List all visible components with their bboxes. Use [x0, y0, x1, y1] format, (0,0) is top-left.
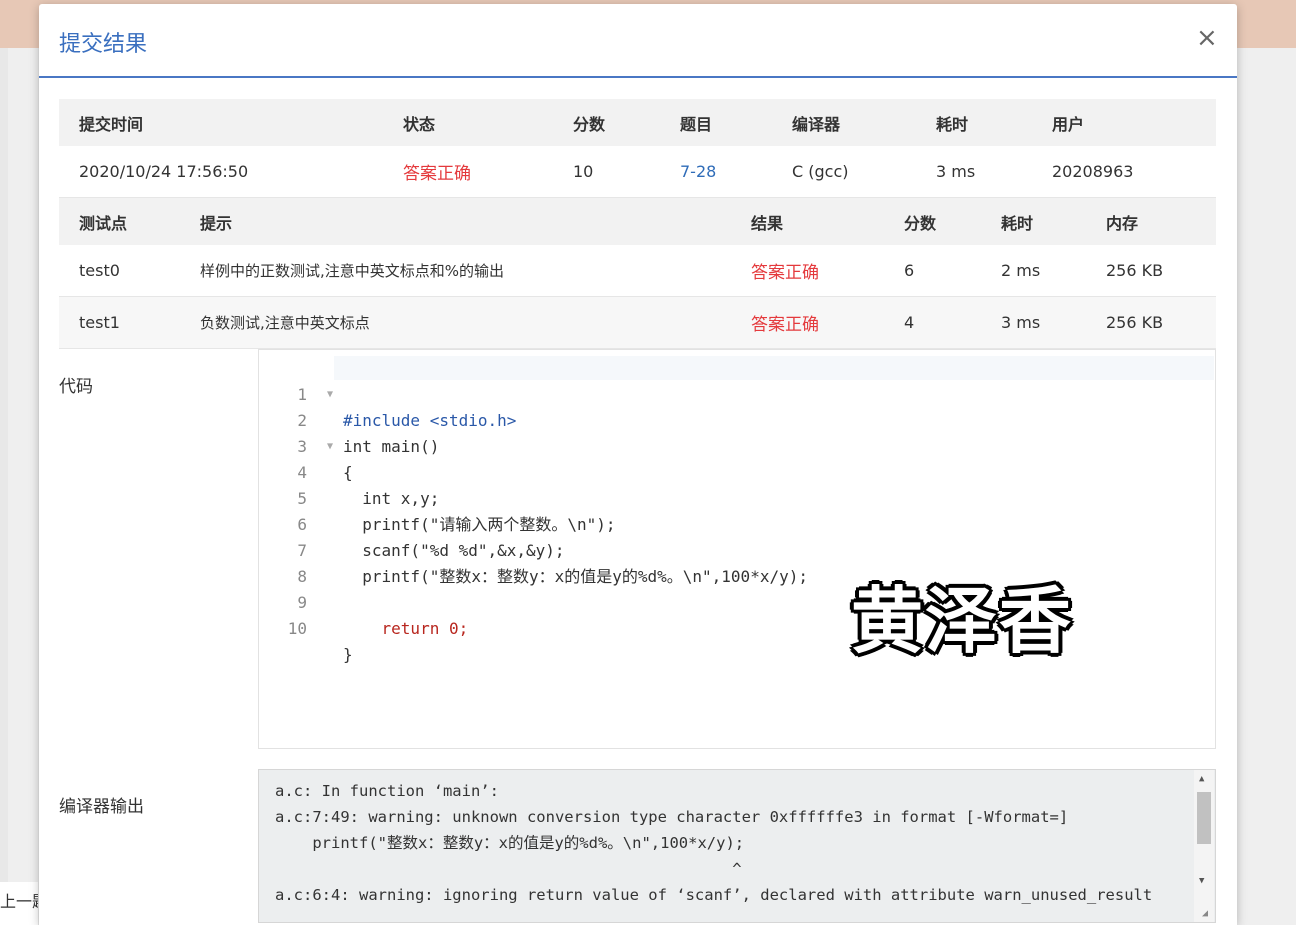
- code-text: return 0;: [343, 619, 469, 638]
- table-row: test0 样例中的正数测试,注意中英文标点和%的输出 答案正确 6 2 ms …: [59, 245, 1216, 297]
- modal-header: 提交结果 ×: [39, 4, 1237, 78]
- submit-time: 2020/10/24 17:56:50: [59, 146, 383, 198]
- testcase-table: 测试点 提示 结果 分数 耗时 内存 test0 样例中的正数测试,注意中英文标…: [59, 198, 1216, 349]
- code-line: 1 ▼ #include <stdio.h>: [259, 356, 1209, 430]
- col-memory: 内存: [1086, 198, 1216, 245]
- testcase-score: 4: [884, 296, 981, 349]
- submission-table: 提交时间 状态 分数 题目 编译器 耗时 用户 2020/10/24 17:56…: [59, 99, 1216, 198]
- output-line: a.c:6:4: warning: ignoring return value …: [275, 886, 1153, 904]
- code-line: 2 int main(): [259, 382, 1209, 456]
- prev-problem-button[interactable]: 上一题: [0, 882, 38, 925]
- code-label: 代码: [59, 377, 93, 397]
- testcase-memory: 256 KB: [1086, 296, 1216, 349]
- output-line: a.c: In function ‘main’:: [275, 782, 499, 800]
- testcase-memory: 256 KB: [1086, 245, 1216, 297]
- code-editor[interactable]: 1 ▼ #include <stdio.h> 2 int main() 3 ▼ { …: [258, 349, 1216, 749]
- close-icon[interactable]: ×: [1196, 24, 1218, 52]
- code-line: 3 ▼ {: [259, 408, 1209, 482]
- score: 10: [553, 146, 660, 198]
- table-row: test1 负数测试,注意中英文标点 答案正确 4 3 ms 256 KB: [59, 296, 1216, 349]
- output-line: a.c:7:49: warning: unknown conversion ty…: [275, 808, 1069, 826]
- compiler-output-label: 编译器输出: [59, 797, 144, 817]
- code-line: 5 printf("请输入两个整数。\n");: [259, 460, 1209, 534]
- testcase-hint: 样例中的正数测试,注意中英文标点和%的输出: [180, 245, 731, 297]
- col-time: 耗时: [916, 99, 1032, 146]
- testcase-result: 答案正确: [731, 296, 884, 349]
- problem-link[interactable]: 7-28: [660, 146, 772, 198]
- watermark-text: 黄泽香: [851, 579, 1074, 663]
- user: 20208963: [1032, 146, 1216, 198]
- submission-result-modal: 提交结果 × 提交时间 状态 分数 题目 编译器 耗时 用户 2020/10/2…: [39, 4, 1237, 925]
- submission-row: 2020/10/24 17:56:50 答案正确 10 7-28 C (gcc)…: [59, 146, 1216, 198]
- col-status: 状态: [383, 99, 553, 146]
- elapsed: 3 ms: [916, 146, 1032, 198]
- scroll-thumb[interactable]: [1197, 792, 1211, 844]
- testcase-header-row: 测试点 提示 结果 分数 耗时 内存: [59, 198, 1216, 245]
- code-line: 8: [259, 538, 1209, 586]
- col-compiler: 编译器: [772, 99, 916, 146]
- output-line: printf("整数x：整数y：x的值是y的%d%。\n",100*x/y);: [275, 834, 745, 852]
- modal-title: 提交结果: [59, 32, 148, 57]
- col-result: 结果: [731, 198, 884, 245]
- output-line: ^: [275, 860, 742, 878]
- testcase-name: test0: [59, 245, 180, 297]
- resize-handle-icon[interactable]: ◢: [1202, 908, 1208, 919]
- col-submit-time: 提交时间: [59, 99, 383, 146]
- code-line: 7 printf("整数x：整数y：x的值是y的%d%。\n",100*x/y)…: [259, 512, 1209, 586]
- scrollbar[interactable]: ▲ ▼: [1194, 770, 1214, 922]
- col-problem: 题目: [660, 99, 772, 146]
- scroll-down-icon[interactable]: ▼: [1199, 876, 1204, 886]
- col-score: 分数: [553, 99, 660, 146]
- code-line: 4 int x,y;: [259, 434, 1209, 508]
- background-left-panel: [8, 48, 38, 925]
- scroll-up-icon[interactable]: ▲: [1199, 774, 1204, 784]
- testcase-score: 6: [884, 245, 981, 297]
- compiler: C (gcc): [772, 146, 916, 198]
- col-test-time: 耗时: [981, 198, 1086, 245]
- testcase-result: 答案正确: [731, 245, 884, 297]
- status-badge: 答案正确: [383, 146, 553, 198]
- col-hint: 提示: [180, 198, 731, 245]
- submission-header-row: 提交时间 状态 分数 题目 编译器 耗时 用户: [59, 99, 1216, 146]
- testcase-time: 3 ms: [981, 296, 1086, 349]
- testcase-hint: 负数测试,注意中英文标点: [180, 296, 731, 349]
- testcase-name: test1: [59, 296, 180, 349]
- background-right-panel: [1237, 48, 1296, 925]
- col-test-score: 分数: [884, 198, 981, 245]
- compiler-output-textarea[interactable]: a.c: In function ‘main’: a.c:7:49: warni…: [258, 769, 1216, 923]
- testcase-time: 2 ms: [981, 245, 1086, 297]
- code-text: }: [343, 645, 353, 664]
- col-user: 用户: [1032, 99, 1216, 146]
- col-testcase: 测试点: [59, 198, 180, 245]
- code-line: 6 scanf("%d %d",&x,&y);: [259, 486, 1209, 560]
